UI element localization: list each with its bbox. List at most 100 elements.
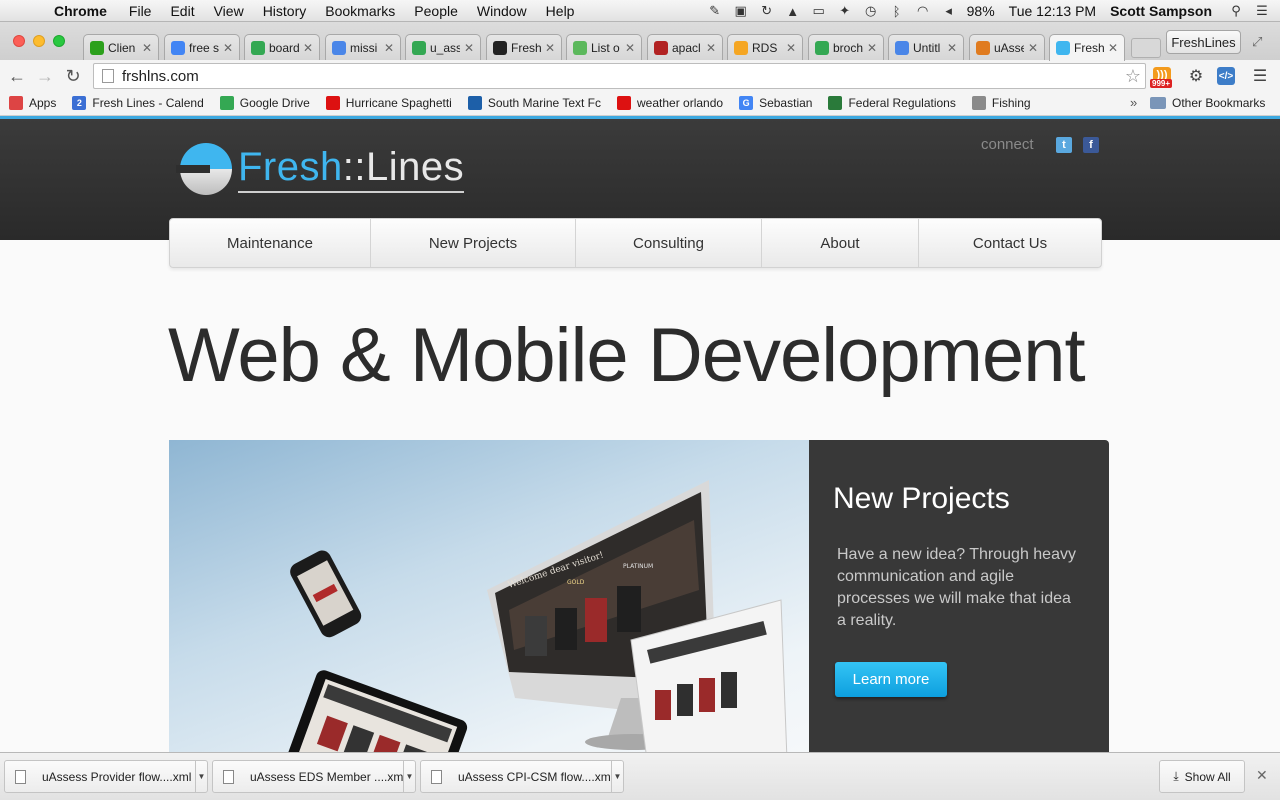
bookmark-item[interactable]: Hurricane Spaghetti — [325, 96, 452, 110]
gear-icon[interactable]: ⚙ — [1185, 65, 1207, 87]
spotlight-search-icon[interactable]: ⚲ — [1228, 3, 1244, 18]
bookmark-item[interactable]: Google Drive — [219, 96, 310, 110]
nav-new-projects[interactable]: New Projects — [371, 219, 576, 267]
bookmark-item[interactable]: 2 Fresh Lines - Calend — [72, 96, 204, 110]
time-machine-icon[interactable]: ◷ — [863, 3, 879, 18]
browser-tab[interactable]: uAsse ✕ — [969, 34, 1045, 60]
devices-illustration: Welcome dear visitor! GOLD PLATINUM — [285, 480, 788, 752]
download-menu-caret-icon[interactable]: ▼ — [195, 761, 207, 792]
menu-people[interactable]: People — [414, 3, 458, 19]
notification-center-icon[interactable]: ☰ — [1254, 3, 1270, 18]
battery-percent[interactable]: 98% — [967, 3, 995, 19]
browser-tab[interactable]: Untitl ✕ — [888, 34, 964, 60]
bookmark-item[interactable]: Federal Regulations — [828, 96, 956, 110]
reload-icon[interactable]: ↻ — [62, 65, 84, 87]
browser-tab[interactable]: board ✕ — [244, 34, 320, 60]
zoom-window-button[interactable] — [53, 35, 65, 47]
close-tab-icon[interactable]: ✕ — [303, 41, 313, 55]
menu-view[interactable]: View — [214, 3, 244, 19]
nav-contact-us[interactable]: Contact Us — [919, 219, 1101, 267]
bookmark-item[interactable]: Fishing — [971, 96, 1031, 110]
menu-file[interactable]: File — [129, 3, 152, 19]
download-filename: uAssess CPI-CSM flow....xml — [458, 769, 611, 784]
download-item[interactable]: uAssess CPI-CSM flow....xml ▼ — [420, 760, 624, 793]
devtools-extension-icon[interactable]: </> — [1217, 67, 1235, 85]
close-tab-icon[interactable]: ✕ — [786, 41, 796, 55]
forward-arrow-icon[interactable]: → — [34, 65, 56, 87]
browser-tab[interactable]: Fresh ✕ — [486, 34, 562, 60]
battery-icon[interactable]: ▭ — [811, 3, 827, 18]
menu-edit[interactable]: Edit — [170, 3, 194, 19]
download-menu-caret-icon[interactable]: ▼ — [611, 761, 623, 792]
box-icon[interactable]: ▣ — [733, 3, 749, 18]
download-item[interactable]: uAssess EDS Member ....xml ▼ — [212, 760, 416, 793]
noaa-icon — [467, 96, 482, 110]
chrome-menu-icon[interactable]: ☰ — [1249, 65, 1271, 87]
close-tab-icon[interactable]: ✕ — [1028, 41, 1038, 55]
bookmark-label: Apps — [29, 96, 57, 110]
profile-button[interactable]: FreshLines — [1166, 30, 1241, 54]
address-url[interactable]: frshlns.com — [122, 68, 199, 85]
clock[interactable]: Tue 12:13 PM — [1009, 3, 1096, 19]
learn-more-button[interactable]: Learn more — [835, 662, 947, 697]
close-tab-icon[interactable]: ✕ — [223, 41, 233, 55]
nav-maintenance[interactable]: Maintenance — [170, 219, 371, 267]
menu-history[interactable]: History — [263, 3, 307, 19]
evernote-icon[interactable]: ✦ — [837, 3, 853, 18]
site-logo[interactable]: Fresh::Lines — [176, 143, 465, 195]
bookmark-item[interactable]: Apps — [9, 96, 56, 110]
close-shelf-icon[interactable]: ✕ — [1256, 767, 1268, 784]
browser-tab[interactable]: broch ✕ — [808, 34, 884, 60]
download-item[interactable]: uAssess Provider flow....xml ▼ — [4, 760, 208, 793]
close-tab-icon[interactable]: ✕ — [1108, 41, 1118, 55]
nav-consulting[interactable]: Consulting — [576, 219, 762, 267]
bookmark-star-icon[interactable]: ☆ — [1125, 66, 1141, 87]
back-arrow-icon[interactable]: ← — [6, 65, 28, 87]
close-tab-icon[interactable]: ✕ — [464, 41, 474, 55]
nav-about[interactable]: About — [762, 219, 919, 267]
bookmarks-overflow-chevron-icon[interactable]: » — [1130, 95, 1137, 110]
menu-help[interactable]: Help — [546, 3, 575, 19]
wifi-icon[interactable]: ◠ — [915, 3, 931, 18]
minimize-window-button[interactable] — [33, 35, 45, 47]
close-tab-icon[interactable]: ✕ — [947, 41, 957, 55]
bluetooth-icon[interactable]: ᛒ — [889, 4, 905, 19]
facebook-icon[interactable]: f — [1083, 137, 1099, 153]
menu-window[interactable]: Window — [477, 3, 527, 19]
bookmark-item[interactable]: South Marine Text Fc — [467, 96, 601, 110]
browser-tab[interactable]: missi ✕ — [325, 34, 401, 60]
download-menu-caret-icon[interactable]: ▼ — [403, 761, 415, 792]
drive-icon[interactable]: ▲ — [785, 4, 801, 19]
other-bookmarks[interactable]: Other Bookmarks — [1150, 96, 1265, 110]
volume-icon[interactable]: ◂ — [941, 3, 957, 18]
bookmark-item[interactable]: G Sebastian — [739, 96, 812, 110]
menu-bookmarks[interactable]: Bookmarks — [325, 3, 395, 19]
close-tab-icon[interactable]: ✕ — [625, 41, 635, 55]
tab-title: RDS · — [752, 40, 782, 55]
show-all-downloads-button[interactable]: ⤓ Show All — [1159, 760, 1245, 793]
uassess-icon — [976, 40, 990, 55]
browser-tab[interactable]: free s ✕ — [164, 34, 240, 60]
browser-tab[interactable]: Clien ✕ — [83, 34, 159, 60]
monitor-gold-label: GOLD — [567, 579, 585, 586]
close-tab-icon[interactable]: ✕ — [142, 41, 152, 55]
user-name[interactable]: Scott Sampson — [1110, 3, 1212, 19]
browser-tab[interactable]: RDS · ✕ — [727, 34, 803, 60]
address-bar[interactable]: frshlns.com ☆ — [93, 63, 1146, 89]
bookmark-item[interactable]: weather orlando — [617, 96, 723, 110]
browser-tab[interactable]: u_ass ✕ — [405, 34, 481, 60]
twitter-icon[interactable]: t — [1056, 137, 1072, 153]
close-tab-icon[interactable]: ✕ — [867, 41, 877, 55]
sync-icon[interactable]: ↻ — [759, 3, 775, 18]
browser-tab[interactable]: List o ✕ — [566, 34, 642, 60]
close-tab-icon[interactable]: ✕ — [545, 41, 555, 55]
pen-icon[interactable]: ✎ — [707, 3, 723, 18]
browser-tab[interactable]: apacl ✕ — [647, 34, 723, 60]
menu-app-chrome[interactable]: Chrome — [54, 3, 107, 19]
browser-tab[interactable]: Fresh ✕ — [1049, 34, 1125, 61]
close-tab-icon[interactable]: ✕ — [384, 41, 394, 55]
fullscreen-icon[interactable]: ⤢ — [1252, 34, 1262, 50]
close-window-button[interactable] — [13, 35, 25, 47]
close-tab-icon[interactable]: ✕ — [706, 41, 716, 55]
new-tab-button[interactable] — [1131, 38, 1161, 58]
